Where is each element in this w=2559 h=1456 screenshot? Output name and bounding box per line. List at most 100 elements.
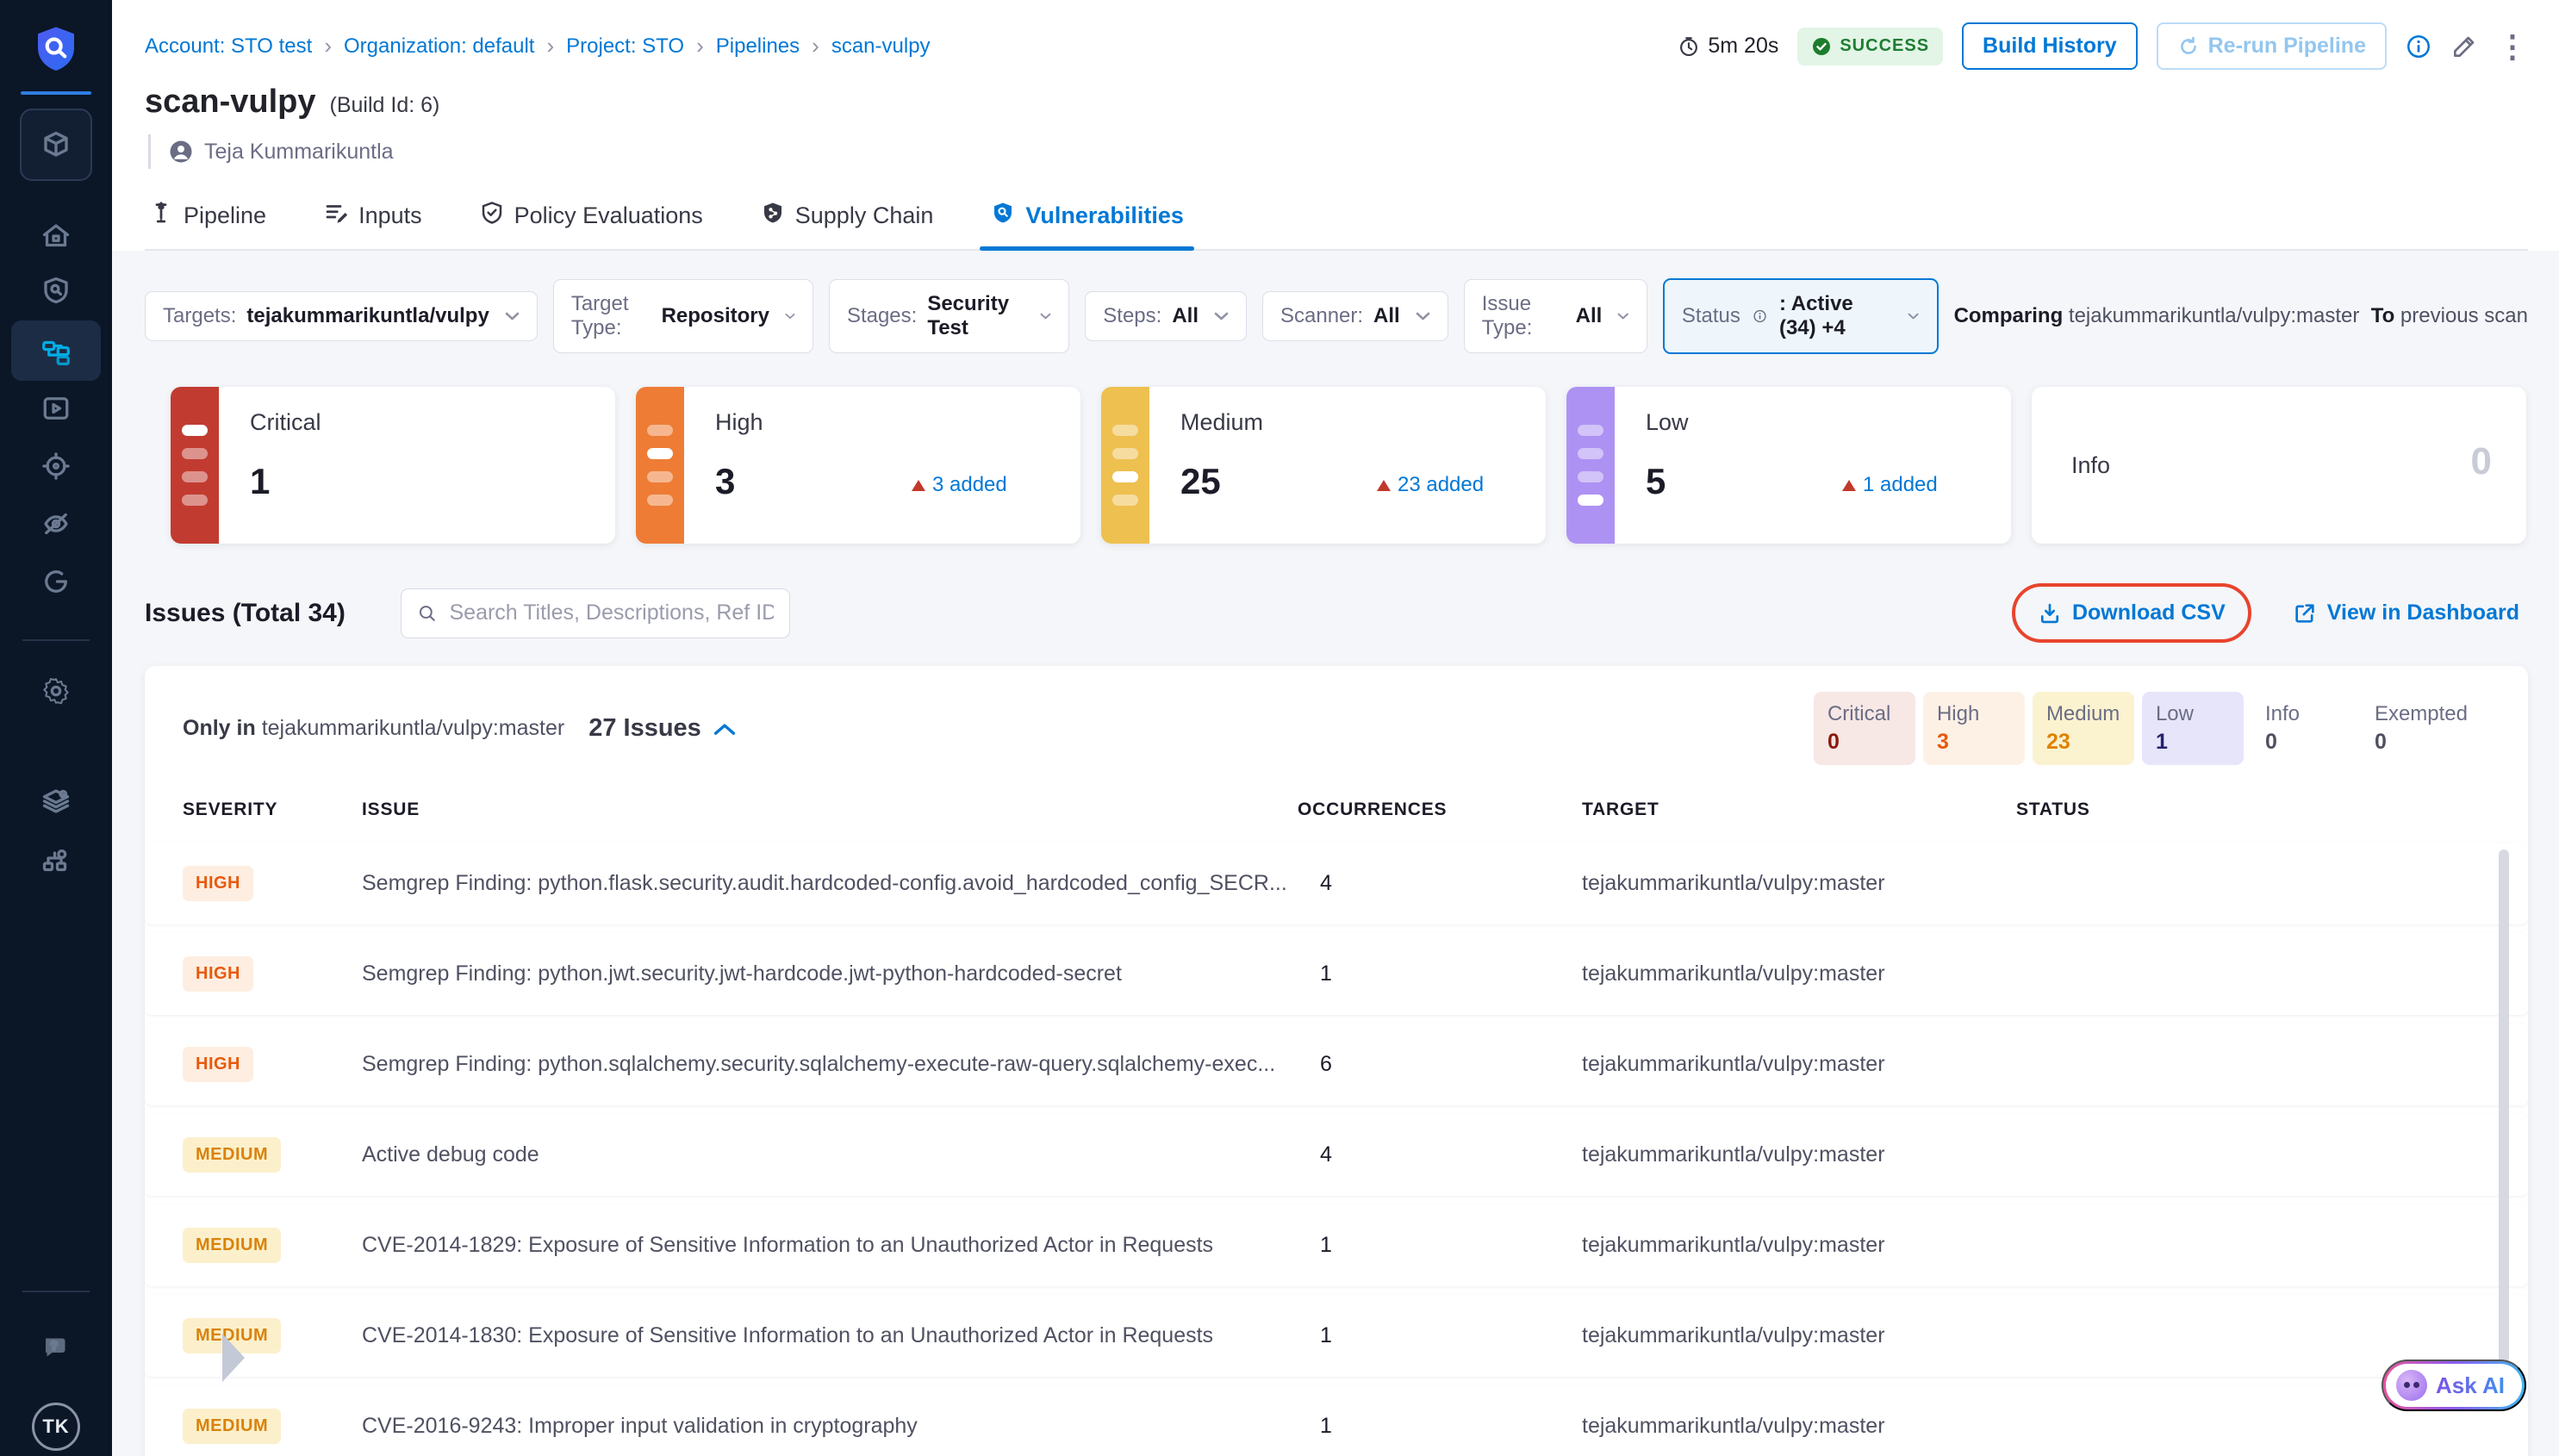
view-in-dashboard-button[interactable]: View in Dashboard — [2293, 600, 2519, 625]
filter-scanner[interactable]: Scanner:All — [1262, 291, 1448, 341]
tab-inputs[interactable]: Inputs — [320, 191, 426, 249]
clock-icon — [1678, 35, 1700, 58]
severity-card-low[interactable]: Low 5 1 added — [1566, 387, 2011, 544]
filter-target-type[interactable]: Target Type:Repository — [553, 279, 813, 353]
chevron-down-icon — [505, 312, 520, 320]
table-scrollbar[interactable] — [2499, 849, 2509, 1363]
issue-title: Semgrep Finding: python.jwt.security.jwt… — [362, 961, 1298, 986]
edit-pencil-icon[interactable] — [2450, 33, 2478, 60]
issue-row[interactable]: HIGH Semgrep Finding: python.sqlalchemy.… — [145, 1024, 2528, 1105]
triangle-up-icon — [912, 480, 925, 491]
search-input[interactable] — [450, 600, 774, 625]
severity-gauge-pill — [1112, 471, 1138, 482]
issue-target: tejakummarikuntla/vulpy:master — [1582, 1142, 2016, 1167]
build-duration: 5m 20s — [1678, 34, 1778, 59]
severity-gauge-pill — [647, 471, 673, 482]
issue-title: Active debug code — [362, 1142, 1298, 1167]
rerun-pipeline-button[interactable]: Re-run Pipeline — [2157, 22, 2387, 70]
module-selector-button[interactable] — [0, 109, 112, 181]
occurrences-count: 1 — [1298, 961, 1582, 986]
filter-status[interactable]: Status: Active (34) +4 — [1663, 278, 1939, 354]
tab-supply-chain[interactable]: Supply Chain — [756, 191, 937, 249]
tab-pipeline[interactable]: Pipeline — [145, 191, 270, 249]
breadcrumb-item[interactable]: Organization: default — [344, 34, 534, 59]
issue-row[interactable]: HIGH Semgrep Finding: python.jwt.securit… — [145, 933, 2528, 1015]
severity-gauge-pill — [1112, 495, 1138, 506]
breadcrumb-item[interactable]: scan-vulpy — [831, 34, 931, 59]
tab-policy-evaluations[interactable]: Policy Evaluations — [476, 191, 707, 249]
severity-gauge-pill — [1578, 425, 1603, 436]
breadcrumb-item[interactable]: Project: STO — [566, 34, 684, 59]
triangle-up-icon — [1377, 480, 1391, 491]
sidebar-item-targets[interactable] — [0, 447, 112, 485]
download-csv-button[interactable]: Download CSV — [2038, 600, 2226, 625]
sidebar-item-home[interactable] — [0, 217, 112, 255]
refresh-icon — [2177, 35, 2200, 58]
sidebar-item-pipelines[interactable] — [0, 333, 112, 370]
severity-color-bar — [171, 387, 219, 544]
sidebar-divider — [22, 639, 90, 641]
user-avatar[interactable]: TK — [0, 1401, 112, 1453]
sidebar-item-exemptions[interactable] — [0, 563, 112, 600]
issue-row[interactable]: MEDIUM CVE-2014-1829: Exposure of Sensit… — [145, 1204, 2528, 1286]
sidebar-item-executions[interactable] — [0, 389, 112, 427]
severity-badge: HIGH — [183, 866, 253, 901]
severity-summary-chips: Critical0High3Medium23Low1Info0Exempted0 — [1814, 692, 2481, 765]
severity-card-critical[interactable]: Critical 1 — [171, 387, 615, 544]
info-icon — [1753, 307, 1767, 326]
issue-row[interactable]: MEDIUM CVE-2014-1830: Exposure of Sensit… — [145, 1295, 2528, 1377]
issues-search[interactable] — [401, 588, 790, 638]
info-icon[interactable] — [2406, 34, 2431, 59]
ask-ai-button[interactable]: Ask AI — [2382, 1360, 2526, 1411]
severity-card-medium[interactable]: Medium 25 23 added — [1101, 387, 1546, 544]
sidebar-item-org-settings[interactable] — [0, 842, 112, 880]
breadcrumb-item[interactable]: Pipelines — [716, 34, 800, 59]
tab-bar: Pipeline Inputs Policy Evaluations Supply C… — [145, 191, 2528, 251]
issue-row[interactable]: HIGH Semgrep Finding: python.flask.secur… — [145, 843, 2528, 924]
filter-issue-type[interactable]: Issue Type:All — [1464, 279, 1647, 353]
tab-vulnerabilities[interactable]: Vulnerabilities — [987, 191, 1187, 249]
collapse-chevron-icon[interactable] — [713, 722, 736, 736]
sidebar-item-overview[interactable] — [0, 271, 112, 309]
column-header-severity: SEVERITY — [183, 800, 362, 820]
chevron-down-icon — [1908, 312, 1919, 320]
vulnerabilities-content: Targets:tejakummarikuntla/vulpy Target Ty… — [112, 251, 2559, 1456]
filter-bar: Targets:tejakummarikuntla/vulpy Target Ty… — [145, 278, 2528, 354]
filter-steps[interactable]: Steps:All — [1085, 291, 1247, 341]
sidebar-item-default-settings[interactable] — [0, 782, 112, 820]
breadcrumb-item[interactable]: Account: STO test — [145, 34, 312, 59]
severity-added-delta: 3 added — [912, 473, 1007, 497]
issue-row[interactable]: MEDIUM CVE-2016-9243: Improper input val… — [145, 1385, 2528, 1456]
occurrences-count: 1 — [1298, 1233, 1582, 1258]
severity-badge: MEDIUM — [183, 1409, 281, 1444]
issue-row[interactable]: MEDIUM Active debug code 4 tejakummariku… — [145, 1114, 2528, 1196]
main-area: Account: STO test›Organization: default›… — [112, 0, 2559, 1456]
sidebar-bottom-divider — [22, 1291, 90, 1292]
issues-panel: Only in tejakummarikuntla/vulpy:master 2… — [145, 666, 2528, 1456]
sidebar-item-hide-issues[interactable] — [0, 505, 112, 543]
severity-badge: HIGH — [183, 956, 253, 992]
severity-card-count: 1 — [250, 461, 270, 502]
occurrences-count: 4 — [1298, 1142, 1582, 1167]
help-button[interactable]: ? — [0, 1327, 112, 1368]
kebab-menu-icon[interactable]: ⋮ — [2497, 31, 2528, 62]
build-history-button[interactable]: Build History — [1962, 22, 2138, 70]
external-link-icon — [2293, 601, 2317, 625]
breadcrumb: Account: STO test›Organization: default›… — [145, 33, 931, 59]
severity-card-high[interactable]: High 3 3 added — [636, 387, 1080, 544]
summary-chip-high: High3 — [1923, 692, 2025, 765]
chevron-down-icon — [1416, 312, 1430, 320]
filter-stages[interactable]: Stages:Security Test — [829, 279, 1069, 353]
table-header-row: SEVERITYISSUEOCCURRENCESTARGETSTATUS — [145, 800, 2528, 820]
sidebar-item-settings[interactable] — [0, 672, 112, 710]
severity-card-label: High — [715, 409, 763, 436]
chevron-down-icon — [1040, 312, 1051, 320]
annotation-red-circle: Download CSV — [2012, 583, 2251, 643]
severity-badge: HIGH — [183, 1047, 253, 1082]
supply-chain-shield-icon — [760, 200, 786, 232]
app-root: ? TK Account: STO test›Organization: def… — [0, 0, 2559, 1456]
occurrences-count: 1 — [1298, 1414, 1582, 1439]
severity-card-info[interactable]: Info0 — [2032, 387, 2526, 544]
filter-targets[interactable]: Targets:tejakummarikuntla/vulpy — [145, 291, 538, 341]
sidebar-expand-handle[interactable] — [222, 1334, 245, 1382]
